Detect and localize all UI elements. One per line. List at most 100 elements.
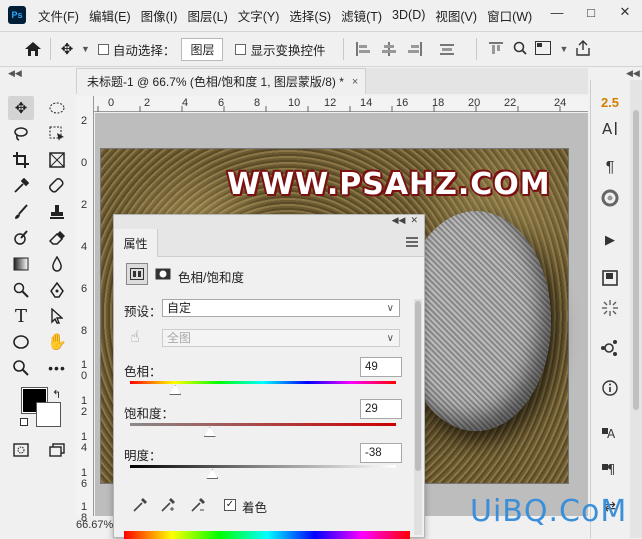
saturation-slider-thumb[interactable]: [203, 427, 216, 437]
ruler-label: 8: [80, 325, 88, 337]
eyedropper-add-icon[interactable]: [160, 497, 178, 515]
history-brush-icon[interactable]: [8, 226, 34, 250]
saturation-input[interactable]: 29: [360, 399, 402, 419]
close-document-icon[interactable]: ×: [352, 76, 358, 88]
menu-select[interactable]: 选择(S): [289, 6, 331, 25]
right-panel-scrollbar[interactable]: [630, 80, 642, 538]
menu-window[interactable]: 窗口(W): [487, 6, 532, 25]
menu-view[interactable]: 视图(V): [435, 6, 477, 25]
target-adjust-hand-icon[interactable]: ☝: [130, 327, 140, 347]
ruler-label: 6: [80, 283, 88, 295]
chevron-down-icon[interactable]: ▼: [81, 44, 90, 54]
glyph-circle-icon[interactable]: [597, 186, 623, 210]
background-color[interactable]: [36, 402, 61, 427]
auto-select-checkbox[interactable]: [97, 43, 109, 55]
hue-track[interactable]: [130, 381, 396, 384]
frame-icon[interactable]: [44, 148, 70, 172]
document-tab[interactable]: 未标题-1 @ 66.7% (色相/饱和度 1, 图层蒙版/8) * ×: [76, 68, 366, 94]
lasso-icon[interactable]: [8, 122, 34, 146]
menu-filter[interactable]: 滤镜(T): [341, 6, 382, 25]
paragraph-icon[interactable]: ¶: [597, 156, 623, 180]
sun-burst-icon[interactable]: [597, 296, 623, 320]
tab-properties[interactable]: 属性: [114, 229, 158, 257]
brush-icon[interactable]: [8, 200, 34, 224]
stamp-icon[interactable]: [44, 200, 70, 224]
eyedropper-icon[interactable]: [132, 497, 150, 515]
lightness-slider-thumb[interactable]: [206, 469, 219, 479]
menu-edit[interactable]: 编辑(E): [89, 6, 131, 25]
adjustment-layer-icon[interactable]: [126, 263, 148, 285]
blur-drop-icon[interactable]: [44, 252, 70, 276]
dodge-icon[interactable]: [8, 278, 34, 302]
close-window-button[interactable]: ✕: [608, 0, 642, 24]
zoom-icon[interactable]: [8, 356, 34, 380]
collapse-icon[interactable]: ◀◀: [0, 68, 70, 80]
layer-mask-icon[interactable]: [152, 263, 174, 285]
align-top-icon[interactable]: [489, 42, 504, 56]
hue-slider-thumb[interactable]: [169, 385, 182, 395]
auto-select-dropdown[interactable]: 图层: [181, 37, 224, 61]
lightness-track[interactable]: [130, 465, 396, 468]
text-style-icon[interactable]: A: [597, 420, 623, 444]
healing-brush-icon[interactable]: [44, 174, 70, 198]
move-tool-icon[interactable]: ✥: [8, 96, 34, 120]
properties-scrollbar[interactable]: [414, 299, 422, 535]
menu-bar: Ps 文件(F) 编辑(E) 图像(I) 图层(L) 文字(Y) 选择(S) 滤…: [0, 0, 642, 30]
pen-icon[interactable]: [44, 278, 70, 302]
play-icon[interactable]: ▶: [597, 228, 623, 252]
eyedropper-icon[interactable]: [8, 174, 34, 198]
align-center-icon[interactable]: [382, 42, 397, 56]
saturation-track[interactable]: [130, 423, 396, 426]
character-size-label[interactable]: 2.5: [597, 90, 623, 114]
menu-3d[interactable]: 3D(D): [392, 8, 425, 22]
quick-mask-icon[interactable]: [8, 438, 34, 462]
distribute-icon[interactable]: [440, 42, 455, 56]
ruler-label: 22: [504, 97, 517, 109]
paragraph-style-icon[interactable]: ¶: [597, 456, 623, 480]
show-transform-checkbox[interactable]: [235, 43, 247, 55]
workspace-chevron-icon[interactable]: ▼: [559, 44, 568, 54]
home-icon[interactable]: [22, 38, 44, 60]
object-select-icon[interactable]: [44, 122, 70, 146]
hue-input[interactable]: 49: [360, 357, 402, 377]
ellipse-shape-icon[interactable]: [8, 330, 34, 354]
preset-dropdown[interactable]: 自定 ∨: [162, 299, 400, 317]
menu-layer[interactable]: 图层(L): [187, 6, 227, 25]
align-right-icon[interactable]: [408, 42, 423, 56]
align-left-icon[interactable]: [356, 42, 371, 56]
search-icon[interactable]: [513, 41, 531, 58]
workspace-icon[interactable]: [535, 40, 557, 58]
path-select-icon[interactable]: [44, 304, 70, 328]
share-icon[interactable]: [576, 39, 596, 59]
colorize-label: 着色: [242, 501, 268, 515]
ruler-label: 6: [218, 97, 225, 109]
eyedropper-subtract-icon[interactable]: [190, 497, 208, 515]
default-colors-icon[interactable]: [20, 418, 28, 426]
screen-mode-icon[interactable]: [44, 438, 70, 462]
type-icon[interactable]: T: [8, 304, 34, 328]
menu-image[interactable]: 图像(I): [141, 6, 178, 25]
more-tools-icon[interactable]: •••: [44, 356, 70, 380]
menu-file[interactable]: 文件(F): [38, 6, 79, 25]
right-collapse-icon[interactable]: ◀◀: [590, 68, 642, 80]
marquee-ellipse-icon[interactable]: [44, 96, 70, 120]
menu-type[interactable]: 文字(Y): [238, 6, 280, 25]
character-icon[interactable]: A: [597, 116, 623, 140]
zoom-status[interactable]: 66.67%: [76, 516, 116, 538]
panel-menu-icon[interactable]: [406, 237, 418, 247]
swap-colors-icon[interactable]: ↰: [52, 388, 61, 401]
node-network-icon[interactable]: [597, 336, 623, 360]
panel-collapse-icon[interactable]: ◀◀ ✕: [114, 215, 424, 229]
info-icon[interactable]: [597, 376, 623, 400]
crop-icon[interactable]: [8, 148, 34, 172]
eraser-icon[interactable]: [44, 226, 70, 250]
book-icon[interactable]: [597, 266, 623, 290]
gradient-icon[interactable]: [8, 252, 34, 276]
colorize-checkbox[interactable]: ✓: [224, 499, 236, 511]
move-tool-icon[interactable]: ✥: [57, 40, 77, 58]
lightness-input[interactable]: -38: [360, 443, 402, 463]
minimize-button[interactable]: —: [540, 0, 574, 24]
restore-button[interactable]: □: [574, 0, 608, 24]
ruler-label: 4: [182, 97, 189, 109]
hand-icon[interactable]: ✋: [44, 330, 70, 354]
